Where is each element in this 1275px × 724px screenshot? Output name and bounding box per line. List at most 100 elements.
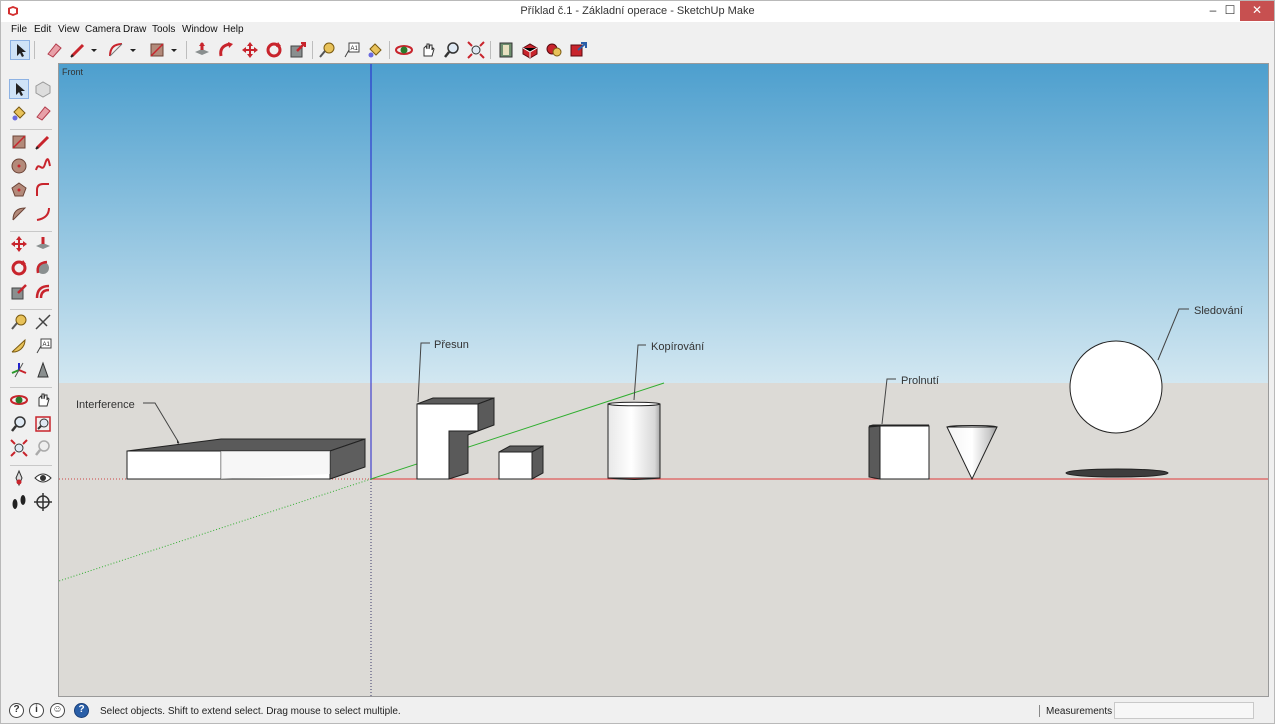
arc-2pt-icon[interactable] [9, 204, 29, 224]
circle-icon[interactable] [9, 156, 29, 176]
protractor-icon[interactable] [9, 336, 29, 356]
scene-view-label: Front [62, 67, 84, 77]
freehand-icon[interactable] [33, 156, 53, 176]
svg-text:A1: A1 [43, 342, 51, 348]
close-button[interactable]: ✕ [1240, 1, 1274, 21]
dimension-icon[interactable] [33, 312, 53, 332]
pan-icon[interactable] [33, 390, 53, 410]
zoom-extents-icon[interactable] [9, 438, 29, 458]
move-icon[interactable] [9, 234, 29, 254]
scale-icon[interactable] [288, 40, 308, 60]
axes-icon[interactable] [9, 360, 29, 380]
menu-window[interactable]: Window [182, 24, 218, 35]
orbit-icon[interactable] [9, 390, 29, 410]
menu-draw[interactable]: Draw [123, 24, 146, 35]
window-title: Příklad č.1 - Základní operace - SketchU… [520, 5, 755, 17]
follow-me-icon[interactable] [33, 258, 53, 278]
dropdown-arrow-icon[interactable] [128, 40, 138, 60]
text-label-icon[interactable]: A1 [341, 40, 361, 60]
scale-icon[interactable] [9, 282, 29, 302]
follow-sphere[interactable] [1069, 340, 1163, 434]
scene-canvas: Interference Přesun Kopírování Prolnutí … [59, 64, 1268, 696]
share-model-icon[interactable] [568, 40, 588, 60]
help-circle-icon[interactable]: ? [74, 703, 89, 718]
previous-view-icon[interactable] [33, 438, 53, 458]
user-icon[interactable]: ☺ [50, 703, 65, 718]
section-plane-icon[interactable] [33, 492, 53, 512]
large-tool-set: A1 [6, 74, 56, 514]
measurements-divider [1039, 705, 1040, 717]
move-icon[interactable] [240, 40, 260, 60]
label-follow: Sledování [1194, 305, 1243, 317]
main-toolbar: A1 [7, 38, 591, 62]
rotate-icon[interactable] [264, 40, 284, 60]
follow-me-icon[interactable] [216, 40, 236, 60]
eraser-icon[interactable] [44, 40, 64, 60]
walk-icon[interactable] [9, 492, 29, 512]
ground [59, 383, 1268, 696]
3d-text-icon[interactable] [33, 360, 53, 380]
rectangle-icon[interactable] [9, 132, 29, 152]
label-move: Přesun [434, 339, 469, 351]
info-icon[interactable]: i [29, 703, 44, 718]
arc-icon[interactable] [106, 40, 126, 60]
menu-camera[interactable]: Camera [85, 24, 121, 35]
dropdown-arrow-icon[interactable] [89, 40, 99, 60]
measurements-label: Measurements [1046, 706, 1113, 717]
menu-view[interactable]: View [58, 24, 80, 35]
maximize-button[interactable]: ☐ [1219, 1, 1241, 21]
push-pull-icon[interactable] [192, 40, 212, 60]
push-pull-icon[interactable] [33, 234, 53, 254]
eraser-icon[interactable] [33, 103, 53, 123]
label-copy: Kopírování [651, 341, 704, 353]
rectangle-icon[interactable] [147, 40, 167, 60]
intersect-cube[interactable] [868, 424, 930, 480]
text-label-icon[interactable]: A1 [33, 336, 53, 356]
menu-tools[interactable]: Tools [152, 24, 175, 35]
extension-warehouse-icon[interactable] [520, 40, 540, 60]
sketchup-window: Příklad č.1 - Základní operace - SketchU… [0, 0, 1275, 724]
paint-bucket-icon[interactable] [9, 103, 29, 123]
polygon-icon[interactable] [9, 180, 29, 200]
tape-measure-icon[interactable] [317, 40, 337, 60]
orbit-icon[interactable] [394, 40, 414, 60]
pencil-icon[interactable] [68, 40, 88, 60]
measurements-input[interactable] [1114, 702, 1254, 719]
drawing-viewport[interactable]: Interference Přesun Kopírování Prolnutí … [58, 63, 1269, 697]
label-intersect: Prolnutí [901, 375, 939, 387]
title-bar: Příklad č.1 - Základní operace - SketchU… [1, 1, 1274, 22]
menu-bar: File Edit View Camera Draw Tools Window … [1, 22, 1274, 38]
sky [59, 64, 1268, 383]
pie-icon[interactable] [33, 180, 53, 200]
sphere-shadow [1065, 468, 1169, 478]
make-component-icon[interactable] [33, 79, 53, 99]
dropdown-arrow-icon[interactable] [169, 40, 179, 60]
svg-text:A1: A1 [351, 46, 359, 52]
select-tool-icon[interactable] [10, 40, 30, 60]
look-around-icon[interactable] [33, 468, 53, 488]
select-tool-icon[interactable] [9, 79, 29, 99]
label-interference: Interference [76, 399, 135, 411]
status-bar: ? i ☺ ? Select objects. Shift to extend … [1, 701, 1274, 723]
zoom-icon[interactable] [9, 414, 29, 434]
status-message: Select objects. Shift to extend select. … [100, 706, 401, 717]
copy-cylinder[interactable] [607, 401, 661, 480]
move-small-cube[interactable] [498, 445, 544, 480]
question-icon[interactable]: ? [9, 703, 24, 718]
rotate-icon[interactable] [9, 258, 29, 278]
pencil-icon[interactable] [33, 132, 53, 152]
offset-icon[interactable] [33, 282, 53, 302]
zoom-icon[interactable] [442, 40, 462, 60]
zoom-window-icon[interactable] [33, 414, 53, 434]
pan-icon[interactable] [418, 40, 438, 60]
zoom-extents-icon[interactable] [466, 40, 486, 60]
components-icon[interactable] [544, 40, 564, 60]
menu-edit[interactable]: Edit [34, 24, 51, 35]
menu-file[interactable]: File [11, 24, 27, 35]
paint-bucket-icon[interactable] [365, 40, 385, 60]
arc-icon[interactable] [33, 204, 53, 224]
position-camera-icon[interactable] [9, 468, 29, 488]
menu-help[interactable]: Help [223, 24, 244, 35]
warehouse-icon[interactable] [496, 40, 516, 60]
tape-measure-icon[interactable] [9, 312, 29, 332]
